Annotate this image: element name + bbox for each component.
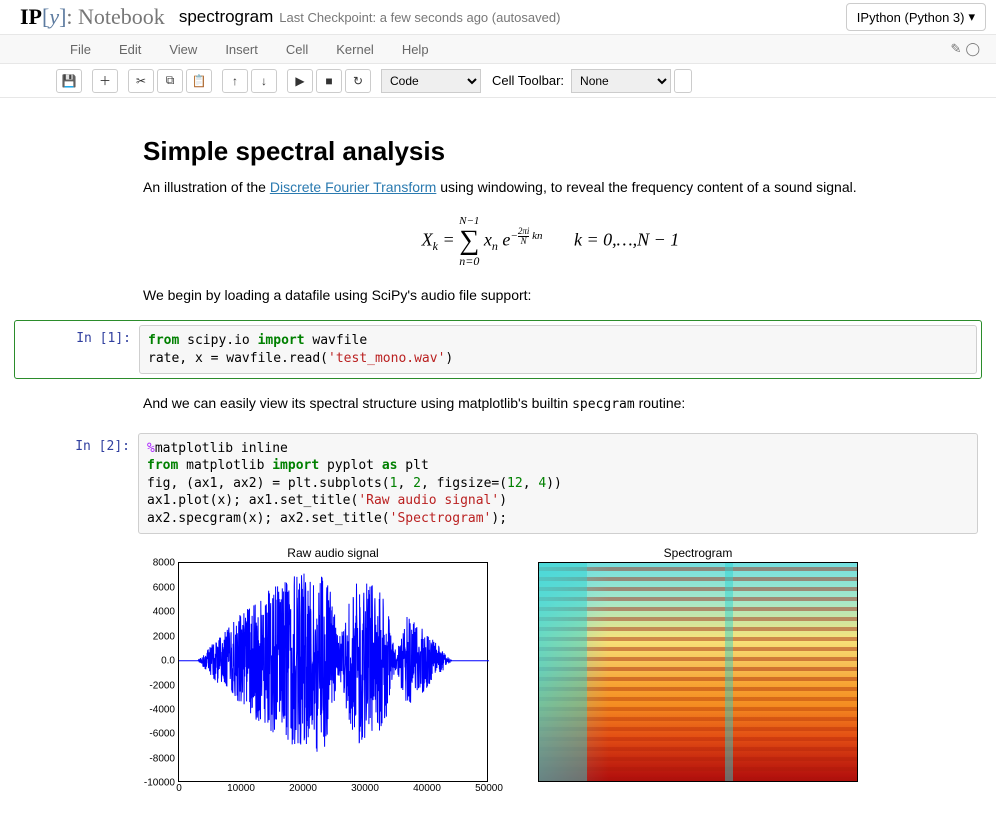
code-cell-2[interactable]: In [2]: %matplotlib inline from matplotl… <box>14 429 982 539</box>
logo: IP[y]: Notebook <box>20 4 165 30</box>
logo-y: y <box>49 4 59 29</box>
ytick: 4000 <box>153 607 179 618</box>
paste-icon: 📋 <box>192 74 207 88</box>
ytick: -4000 <box>149 704 179 715</box>
move-down-button[interactable]: ↓ <box>251 69 277 93</box>
prompt-in-2: In [2]: <box>18 433 138 535</box>
ytick: -10000 <box>144 778 179 789</box>
xtick: 5000 <box>592 781 614 782</box>
kernel-selector-label: IPython (Python 3) <box>857 10 965 25</box>
ytick: 0.0 <box>161 656 179 667</box>
toolbar-extra-button[interactable] <box>674 69 692 93</box>
menu-cell[interactable]: Cell <box>272 36 322 63</box>
save-button[interactable]: 💾 <box>56 69 82 93</box>
celltype-select[interactable]: Code <box>381 69 481 93</box>
code-cell-1[interactable]: In [1]: from scipy.io import wavfile rat… <box>14 320 982 379</box>
logo-notebook: Notebook <box>78 4 165 29</box>
plot-raw-audio: Raw audio signal -10000-8000-6000-4000-2… <box>178 546 488 782</box>
ytick: 0.0 <box>538 778 539 783</box>
specgram-code: specgram <box>572 397 635 412</box>
ytick: 0.2 <box>538 734 539 745</box>
formula: Xk = N−1 ∑ n=0 xn e−2πiN kn k = 0,…,N − … <box>143 216 958 267</box>
xtick: 20000 <box>289 781 317 794</box>
xtick: 15000 <box>717 781 745 782</box>
xtick: 10000 <box>227 781 255 794</box>
arrow-down-icon: ↓ <box>261 74 267 88</box>
ytick: 6000 <box>153 582 179 593</box>
play-icon: ▶ <box>295 74 304 88</box>
add-cell-button[interactable]: ＋ <box>92 69 118 93</box>
md1-paragraph-2: We begin by loading a datafile using Sci… <box>143 285 958 306</box>
arrow-up-icon: ↑ <box>232 74 238 88</box>
menu-kernel[interactable]: Kernel <box>322 36 388 63</box>
plot1-title: Raw audio signal <box>178 546 488 560</box>
ytick: -2000 <box>149 680 179 691</box>
header: IP[y]: Notebook spectrogram Last Checkpo… <box>0 0 996 34</box>
plot2-title: Spectrogram <box>538 546 858 560</box>
output-area-cell-2: Raw audio signal -10000-8000-6000-4000-2… <box>138 546 982 782</box>
menubar: File Edit View Insert Cell Kernel Help ✎… <box>0 34 996 64</box>
stop-icon: ■ <box>325 74 332 88</box>
md2-paragraph: And we can easily view its spectral stru… <box>143 393 958 415</box>
edit-icon[interactable]: ✎ <box>951 41 962 57</box>
ytick: 0.8 <box>538 602 539 613</box>
plus-icon: ＋ <box>99 72 111 89</box>
cell-toolbar-label: Cell Toolbar: <box>492 73 564 88</box>
notebook-container[interactable]: Simple spectral analysis An illustration… <box>0 100 996 830</box>
kernel-indicator-icon: ◯ <box>965 41 980 57</box>
heading-1: Simple spectral analysis <box>143 136 958 167</box>
xtick: 40000 <box>413 781 441 794</box>
code-input-1[interactable]: from scipy.io import wavfile rate, x = w… <box>139 325 977 374</box>
toolbar: 💾 ＋ ✂ ⧉ 📋 ↑ ↓ ▶ ■ ↻ Code Cell Toolbar: N… <box>0 64 996 98</box>
ytick: 8000 <box>153 558 179 569</box>
stop-button[interactable]: ■ <box>316 69 342 93</box>
cut-icon: ✂ <box>136 74 146 88</box>
plot-spectrogram: Spectrogram 0.0 0.2 0.4 0.6 0.8 1.0 0 5000 10000… <box>538 546 858 782</box>
restart-button[interactable]: ↻ <box>345 69 371 93</box>
markdown-cell-2[interactable]: And we can easily view its spectral stru… <box>14 383 982 425</box>
run-button[interactable]: ▶ <box>287 69 313 93</box>
notebook-name[interactable]: spectrogram <box>179 7 273 27</box>
menu-view[interactable]: View <box>155 36 211 63</box>
prompt-in-1: In [1]: <box>19 325 139 374</box>
save-icon: 💾 <box>62 74 77 88</box>
menu-help[interactable]: Help <box>388 36 443 63</box>
move-up-button[interactable]: ↑ <box>222 69 248 93</box>
xtick: 10000 <box>653 781 681 782</box>
xtick: 30000 <box>351 781 379 794</box>
ytick: 0.4 <box>538 690 539 701</box>
ytick: 0.6 <box>538 646 539 657</box>
md1-paragraph-1: An illustration of the Discrete Fourier … <box>143 177 958 198</box>
markdown-cell-1[interactable]: Simple spectral analysis An illustration… <box>14 118 982 316</box>
xtick: 0 <box>176 781 182 794</box>
copy-button[interactable]: ⧉ <box>157 69 183 93</box>
cell-toolbar-select[interactable]: None <box>571 69 671 93</box>
xtick: 0 <box>538 781 542 782</box>
code-input-2[interactable]: %matplotlib inline from matplotlib impor… <box>138 433 978 535</box>
ytick: 1.0 <box>538 562 539 569</box>
restart-icon: ↻ <box>353 74 363 88</box>
waveform-svg <box>179 563 489 783</box>
cut-button[interactable]: ✂ <box>128 69 154 93</box>
xtick: 50000 <box>475 781 503 794</box>
ytick: 2000 <box>153 631 179 642</box>
xtick: 20000 <box>781 781 809 782</box>
menu-file[interactable]: File <box>56 36 105 63</box>
caret-down-icon: ▾ <box>968 9 975 25</box>
menu-insert[interactable]: Insert <box>211 36 272 63</box>
kernel-selector-button[interactable]: IPython (Python 3) ▾ <box>846 3 986 31</box>
menu-edit[interactable]: Edit <box>105 36 155 63</box>
checkpoint-status: Last Checkpoint: a few seconds ago (auto… <box>279 10 560 25</box>
xtick: 25000 <box>845 781 858 782</box>
ytick: -6000 <box>149 729 179 740</box>
ytick: -8000 <box>149 753 179 764</box>
paste-button[interactable]: 📋 <box>186 69 212 93</box>
dft-link[interactable]: Discrete Fourier Transform <box>270 179 436 195</box>
logo-ip: IP <box>20 4 42 29</box>
logo-colon: : <box>66 4 78 29</box>
copy-icon: ⧉ <box>166 73 175 88</box>
